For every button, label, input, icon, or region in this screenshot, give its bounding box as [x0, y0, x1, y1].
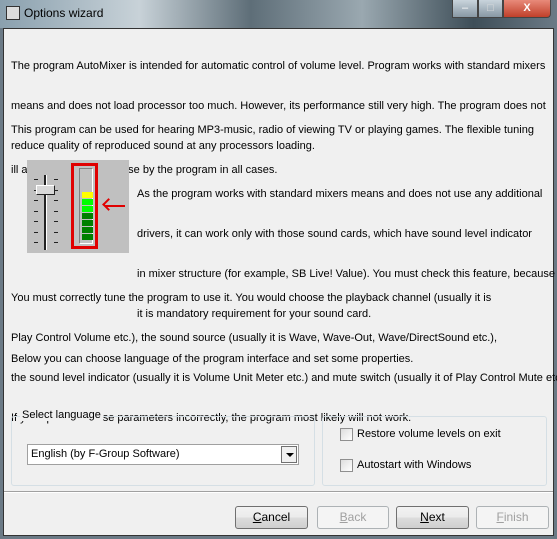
autostart-label[interactable]: Autostart with Windows [357, 459, 471, 471]
options-group [322, 416, 547, 486]
below-text: Below you can choose language of the pro… [11, 353, 414, 365]
language-value: English (by F-Group Software) [31, 448, 180, 460]
cancel-button[interactable]: Cancel [235, 506, 308, 529]
maximize-button[interactable]: □ [478, 0, 503, 18]
slider-thumb [36, 185, 55, 195]
divider [4, 491, 553, 493]
level-indicator-highlight [71, 163, 98, 249]
window-title: Options wizard [24, 6, 104, 20]
app-icon [6, 6, 20, 20]
restore-volume-checkbox[interactable] [340, 428, 353, 441]
text-line: This program can be used for hearing MP3… [11, 123, 534, 136]
volume-meter [79, 168, 93, 244]
button-label: ack [347, 510, 367, 524]
title-bar[interactable]: Options wizard – □ X [0, 0, 557, 28]
back-button[interactable]: Back [317, 506, 389, 529]
wizard-body: The program AutoMixer is intended for au… [3, 28, 557, 536]
close-button[interactable]: X [503, 0, 551, 18]
restore-volume-label[interactable]: Restore volume levels on exit [357, 428, 501, 440]
autostart-checkbox[interactable] [340, 459, 353, 472]
minimize-button[interactable]: – [452, 0, 478, 18]
accel-key: B [339, 510, 348, 524]
accel-key: N [420, 510, 429, 524]
language-select[interactable]: English (by F-Group Software) [27, 444, 299, 465]
button-label: ancel [261, 510, 291, 524]
arrow-left-icon [105, 205, 125, 207]
text-line: You must correctly tune the program to u… [11, 291, 492, 304]
finish-button[interactable]: Finish [476, 506, 549, 529]
next-button[interactable]: Next [396, 506, 469, 529]
text-line: the sound level indicator (usually it is… [11, 372, 557, 385]
text-line: drivers, it can work only with those sou… [137, 228, 532, 241]
button-label: ext [428, 510, 445, 524]
text-line: As the program works with standard mixer… [137, 187, 543, 200]
text-line: Play Control Volume etc.), the sound sou… [11, 332, 498, 345]
chevron-down-icon[interactable] [281, 446, 297, 463]
mixer-illustration [27, 160, 129, 253]
text-line: The program AutoMixer is intended for au… [11, 59, 546, 72]
language-legend: Select language [20, 409, 103, 421]
accel-key: F [496, 510, 504, 524]
button-label: inish [503, 510, 529, 524]
